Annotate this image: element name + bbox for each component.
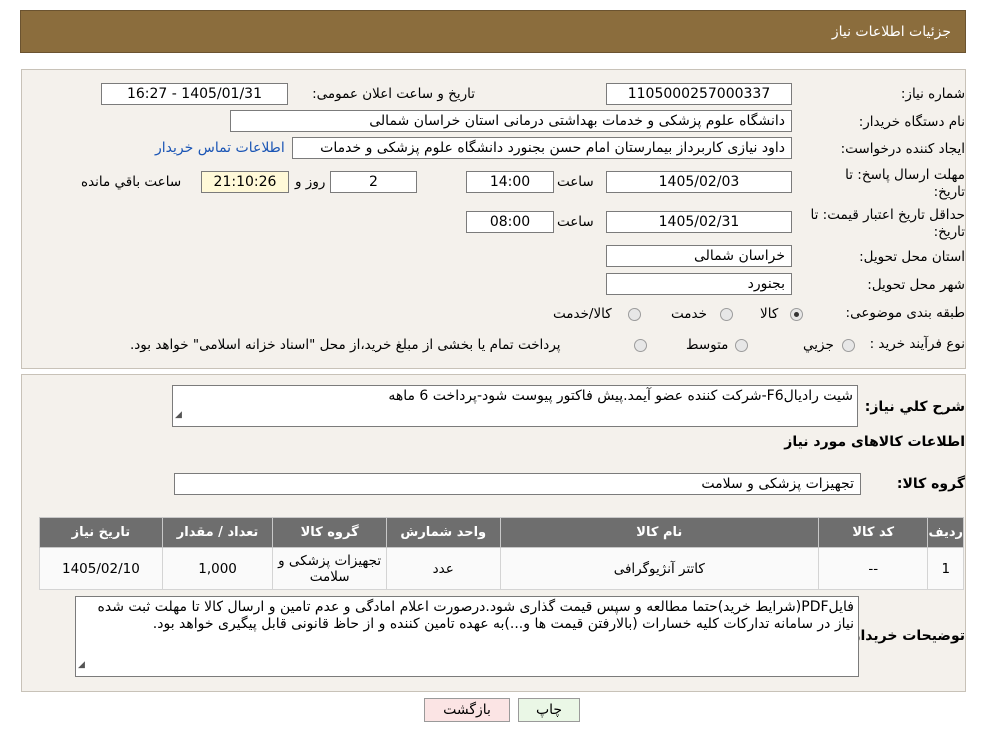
validity-label-2: تاریخ:: [933, 224, 965, 240]
creator-field: داود نیازی کاربرداز بیمارستان امام حسن ب…: [292, 137, 792, 159]
page-header: جزئیات اطلاعات نیاز: [20, 10, 966, 53]
cell-date: 1405/02/10: [39, 547, 163, 590]
deadline-date-field: 1405/02/03: [606, 171, 792, 193]
deadline-time-label: ساعت: [557, 174, 594, 190]
resize-grip-icon[interactable]: ◢: [175, 407, 182, 424]
col-group: گروه کالا: [272, 517, 387, 548]
need-number-label: شماره نیاز:: [900, 86, 965, 102]
validity-time-label: ساعت: [557, 214, 594, 230]
table-row[interactable]: 1 -- کاتتر آنژیوگرافی عدد تجهیزات پزشکی …: [39, 547, 964, 590]
cell-qty: 1,000: [161, 547, 274, 590]
notes-text: فایلPDF(شرایط خرید)حتما مطالعه و سپس قیم…: [97, 599, 854, 632]
summary-field: شیت رادیالF6-شرکت کننده عضو آیمد.پیش فاک…: [172, 385, 858, 427]
deadline-label: مهلت ارسال پاسخ: تا: [845, 167, 965, 183]
purchase-note: پرداخت تمام یا بخشی از مبلغ خرید،از محل …: [130, 337, 561, 353]
col-row: ردیف: [927, 517, 964, 548]
province-field: خراسان شمالی: [606, 245, 792, 267]
cell-name: کاتتر آنژیوگرافی: [499, 547, 820, 590]
category-option-service: خدمت: [671, 306, 707, 322]
summary-text: شیت رادیالF6-شرکت کننده عضو آیمد.پیش فاک…: [388, 388, 853, 404]
category-option-goods-service: کالا/خدمت: [553, 306, 612, 322]
validity-date-field: 1405/02/31: [606, 211, 792, 233]
need-number-field: 1105000257000337: [606, 83, 792, 105]
purchase-radio-treasury[interactable]: [634, 339, 647, 352]
print-button[interactable]: چاپ: [518, 698, 580, 722]
col-name: نام کالا: [499, 517, 820, 548]
buyer-org-label: نام دستگاه خریدار:: [858, 114, 965, 130]
validity-time-field: 08:00: [466, 211, 554, 233]
cell-row: 1: [927, 547, 964, 590]
col-unit: واحد شمارش: [385, 517, 501, 548]
resize-grip-icon[interactable]: ◢: [78, 657, 85, 674]
purchase-option-medium: متوسط: [686, 337, 729, 353]
purchase-option-minor: جزیي: [803, 337, 834, 353]
city-label: شهر محل تحویل:: [867, 277, 965, 293]
category-radio-goods[interactable]: [790, 308, 803, 321]
category-option-goods: کالا: [760, 306, 779, 322]
city-field: بجنورد: [606, 273, 792, 295]
col-qty: تعداد / مقدار: [161, 517, 274, 548]
group-field: تجهیزات پزشکی و سلامت: [174, 473, 861, 495]
deadline-label-2: تاریخ:: [933, 184, 965, 200]
items-table: ردیف کد کالا نام کالا واحد شمارش گروه کا…: [39, 517, 964, 590]
days-field: 2: [330, 171, 417, 193]
purchase-type-label: نوع فرآیند خرید :: [869, 336, 965, 352]
purchase-radio-medium[interactable]: [735, 339, 748, 352]
notes-label: توضیحات خریدار:: [846, 628, 965, 644]
remaining-time-field: 21:10:26: [201, 171, 289, 193]
col-code: کد کالا: [817, 517, 929, 548]
back-button[interactable]: بازگشت: [424, 698, 510, 722]
summary-label: شرح كلي نياز:: [864, 399, 965, 415]
group-label: گروه کالا:: [896, 476, 965, 492]
category-radio-goods-service[interactable]: [628, 308, 641, 321]
buyer-org-field: دانشگاه علوم پزشکی و خدمات بهداشتی درمان…: [230, 110, 792, 132]
cell-code: --: [817, 547, 929, 590]
table-header-row: ردیف کد کالا نام کالا واحد شمارش گروه کا…: [39, 517, 964, 548]
buyer-contact-link[interactable]: اطلاعات تماس خریدار: [155, 140, 285, 156]
col-date: تاریخ نیاز: [39, 517, 163, 548]
announce-field: 1405/01/31 - 16:27: [101, 83, 288, 105]
page-title: جزئیات اطلاعات نیاز: [831, 24, 951, 40]
deadline-time-field: 14:00: [466, 171, 554, 193]
category-label: طبقه بندی موضوعی:: [845, 305, 965, 321]
category-radio-service[interactable]: [720, 308, 733, 321]
creator-label: ایجاد کننده درخواست:: [840, 141, 965, 157]
cell-group: تجهیزات پزشکی و سلامت: [272, 547, 387, 590]
days-label: روز و: [295, 174, 326, 190]
items-heading: اطلاعات کالاهای مورد نیاز: [784, 434, 965, 450]
province-label: استان محل تحویل:: [859, 249, 965, 265]
purchase-radio-minor[interactable]: [842, 339, 855, 352]
remaining-label: ساعت باقي مانده: [81, 174, 182, 190]
validity-label: حداقل تاریخ اعتبار قیمت: تا: [810, 207, 965, 223]
cell-unit: عدد: [385, 547, 501, 590]
announce-label: تاریخ و ساعت اعلان عمومی:: [312, 86, 475, 102]
notes-field: فایلPDF(شرایط خرید)حتما مطالعه و سپس قیم…: [75, 596, 859, 677]
